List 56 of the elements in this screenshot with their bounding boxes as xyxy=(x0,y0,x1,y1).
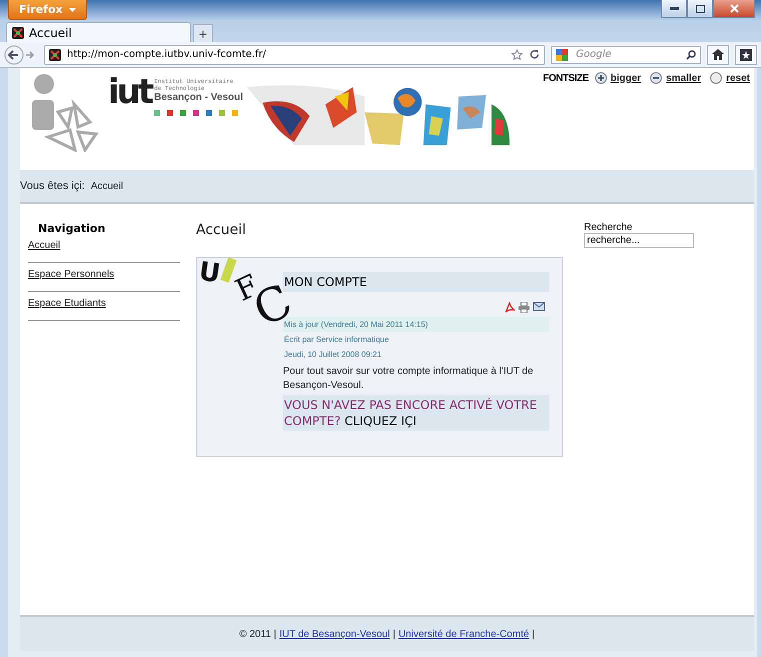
breadcrumb-current: Accueil xyxy=(90,180,124,192)
close-icon xyxy=(730,4,738,13)
close-button[interactable] xyxy=(713,0,755,18)
navigation-link[interactable]: Accueil xyxy=(28,240,180,263)
pdf-icon[interactable] xyxy=(504,302,515,313)
home-icon xyxy=(712,49,724,60)
home-button[interactable] xyxy=(707,44,729,64)
logo-letters: iut xyxy=(108,72,152,112)
maximize-icon xyxy=(696,4,704,12)
fontsize-link[interactable]: bigger xyxy=(610,72,642,84)
circle-icon[interactable] xyxy=(710,72,722,84)
site-favicon-icon xyxy=(12,26,24,38)
star-icon[interactable] xyxy=(511,48,523,60)
navigation-title: Navigation xyxy=(37,222,106,235)
email-icon[interactable] xyxy=(533,302,545,311)
bookmark-star-icon xyxy=(740,48,752,60)
created-date: Jeudi, 10 Juillet 2008 09:21 xyxy=(283,349,382,361)
article-title: MON COMPTE xyxy=(283,272,549,292)
caret-icon xyxy=(68,8,76,12)
search-field[interactable]: Google xyxy=(551,46,701,64)
bookmarks-button[interactable] xyxy=(735,44,757,64)
search-icon[interactable] xyxy=(686,50,696,60)
separator-text: | xyxy=(392,628,396,640)
logo-letter: U xyxy=(197,258,222,288)
activation-notice: VOUS N'AVEZ PAS ENCORE ACTIVÉ VOTRE COMPTE? CLIQUEZ IÇI xyxy=(283,395,549,431)
url-field[interactable]: http://mon-compte.iutbv.univ-fcomte.fr/ xyxy=(44,44,545,64)
print-icon[interactable] xyxy=(518,302,530,313)
minus-icon[interactable] xyxy=(650,72,662,84)
activation-link[interactable]: CLIQUEZ IÇI xyxy=(344,414,416,428)
figure-logo-icon xyxy=(30,72,100,152)
breadcrumb-label: Vous êtes içi: xyxy=(20,180,85,192)
fontsize-link[interactable]: reset xyxy=(726,72,750,84)
logo-city: Besançon - Vesoul xyxy=(154,92,244,104)
navigation-link[interactable]: Espace Personnels xyxy=(28,269,180,292)
reload-icon[interactable] xyxy=(529,49,540,60)
separator-text: | xyxy=(532,628,535,640)
new-tab-button[interactable]: + xyxy=(193,24,213,42)
site-search-field[interactable]: recherche... xyxy=(584,233,694,248)
article-body: Pour tout savoir sur votre compte informatique à l'IUT de Besançon-Vesoul. xyxy=(283,365,534,393)
author-text: Écrit par Service informatique xyxy=(283,334,390,346)
fontsize-label: FONTSIZE xyxy=(543,72,588,84)
minimize-icon xyxy=(670,7,678,10)
navigation-link[interactable]: Espace Etudiants xyxy=(28,298,180,321)
minimize-button[interactable] xyxy=(661,0,687,18)
footer-link[interactable]: IUT de Besançon-Vesoul xyxy=(279,628,390,640)
google-icon xyxy=(556,48,570,60)
maximize-button[interactable] xyxy=(687,0,713,18)
copyright-text: © 2011 | xyxy=(239,628,276,640)
fontsize-link[interactable]: smaller xyxy=(666,72,702,84)
footer-link[interactable]: Université de Franche-Comté xyxy=(398,628,530,640)
plus-icon[interactable] xyxy=(594,72,606,84)
page-title: Accueil xyxy=(196,222,247,238)
browser-tab[interactable]: Accueil xyxy=(6,22,191,42)
site-favicon-icon xyxy=(49,48,61,60)
search-label: Recherche xyxy=(584,222,634,233)
modified-date: Mis à jour (Vendredi, 20 Mai 2011 14:15) xyxy=(283,317,549,332)
